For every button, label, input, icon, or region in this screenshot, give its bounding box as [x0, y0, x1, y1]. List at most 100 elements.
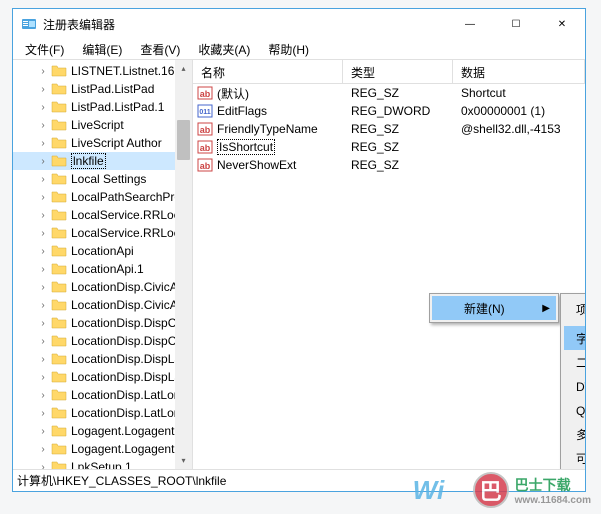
expand-icon[interactable]: › — [37, 138, 49, 149]
col-name[interactable]: 名称 — [193, 60, 343, 83]
tree-item[interactable]: › LocalService.RRLoca — [13, 206, 192, 224]
ctx-submenu-item[interactable]: 可扩充字符串值(E) — [564, 446, 585, 469]
expand-icon[interactable]: › — [37, 354, 49, 365]
folder-icon — [51, 387, 67, 403]
ctx-submenu-item[interactable]: 字符串值(S) — [564, 326, 585, 350]
minimize-button[interactable]: — — [447, 9, 493, 39]
expand-icon[interactable]: › — [37, 192, 49, 203]
folder-icon — [51, 351, 67, 367]
folder-icon — [51, 423, 67, 439]
tree-item[interactable]: ›LiveScript — [13, 116, 192, 134]
tree-item[interactable]: ›ListPad.ListPad.1 — [13, 98, 192, 116]
tree-item[interactable]: ›LocationDisp.DispLa — [13, 368, 192, 386]
ctx-submenu-item[interactable]: 多字符串值(M) — [564, 422, 585, 446]
folder-icon — [51, 153, 67, 169]
expand-icon[interactable]: › — [37, 210, 49, 221]
tree-item[interactable]: ›Logagent.Logagent — [13, 422, 192, 440]
menu-file[interactable]: 文件(F) — [17, 39, 72, 60]
expand-icon[interactable]: › — [37, 336, 49, 347]
tree-item[interactable]: ›LocationApi — [13, 242, 192, 260]
tree-item[interactable]: › LpkSetup.1 — [13, 458, 192, 469]
folder-icon — [51, 261, 67, 277]
expand-icon[interactable]: › — [37, 66, 49, 77]
expand-icon[interactable]: › — [37, 264, 49, 275]
value-name: NeverShowExt — [217, 158, 296, 172]
expand-icon[interactable]: › — [37, 390, 49, 401]
expand-icon[interactable]: › — [37, 102, 49, 113]
list-row[interactable]: 011EditFlagsREG_DWORD0x00000001 (1) — [193, 102, 585, 120]
tree-label: LpkSetup.1 — [71, 460, 132, 469]
folder-icon — [51, 189, 67, 205]
value-name: EditFlags — [217, 104, 267, 118]
folder-icon — [51, 315, 67, 331]
expand-icon[interactable]: › — [37, 156, 49, 167]
tree-item[interactable]: › LocationDisp.LatLon — [13, 386, 192, 404]
registry-tree: ›LISTNET.Listnet.16›ListPad.ListPad›List… — [13, 60, 192, 469]
close-button[interactable]: ✕ — [539, 9, 585, 39]
scroll-thumb[interactable] — [177, 120, 190, 160]
expand-icon[interactable]: › — [37, 84, 49, 95]
menu-view[interactable]: 查看(V) — [132, 39, 188, 60]
col-data[interactable]: 数据 — [453, 60, 585, 83]
ctx-new[interactable]: 新建(N) ▶ — [432, 296, 556, 320]
svg-text:ab: ab — [200, 89, 211, 99]
tree-item[interactable]: ›Logagent.Logagent — [13, 440, 192, 458]
scroll-down-icon[interactable]: ▾ — [175, 452, 192, 469]
expand-icon[interactable]: › — [37, 228, 49, 239]
folder-icon — [51, 81, 67, 97]
watermark-left: Wi — [413, 475, 445, 506]
tree-item[interactable]: ›lnkfile — [13, 152, 192, 170]
expand-icon[interactable]: › — [37, 408, 49, 419]
ctx-submenu-item[interactable]: 二进制值(B) — [564, 350, 585, 374]
titlebar[interactable]: 注册表编辑器 — ☐ ✕ — [13, 9, 585, 39]
tree-item[interactable]: ›LocationDisp.DispCi — [13, 314, 192, 332]
tree-item[interactable]: › LocalService.RRLoca — [13, 224, 192, 242]
tree-item[interactable]: ›LocationDisp.CivicAd — [13, 296, 192, 314]
expand-icon[interactable]: › — [37, 300, 49, 311]
expand-icon[interactable]: › — [37, 174, 49, 185]
expand-icon[interactable]: › — [37, 282, 49, 293]
status-path: 计算机\HKEY_CLASSES_ROOT\lnkfile — [17, 472, 226, 489]
window-controls: — ☐ ✕ — [447, 9, 585, 39]
list-row[interactable]: abFriendlyTypeNameREG_SZ@shell32.dll,-41… — [193, 120, 585, 138]
menu-favorites[interactable]: 收藏夹(A) — [190, 39, 258, 60]
svg-text:ab: ab — [200, 125, 211, 135]
expand-icon[interactable]: › — [37, 444, 49, 455]
folder-icon — [51, 99, 67, 115]
menu-help[interactable]: 帮助(H) — [260, 39, 317, 60]
tree-item[interactable]: ›LocationDisp.DispLa — [13, 350, 192, 368]
tree-item[interactable]: ›LocationDisp.CivicAd — [13, 278, 192, 296]
tree-item[interactable]: ›LocationApi.1 — [13, 260, 192, 278]
ctx-submenu-item[interactable]: QWORD (64 位)值(Q) — [564, 398, 585, 422]
tree-item[interactable]: ›Local Settings — [13, 170, 192, 188]
tree-pane[interactable]: ›LISTNET.Listnet.16›ListPad.ListPad›List… — [13, 60, 193, 469]
expand-icon[interactable]: › — [37, 120, 49, 131]
scroll-up-icon[interactable]: ▴ — [175, 60, 192, 77]
tree-label: LocationDisp.LatLon — [71, 388, 180, 402]
tree-item[interactable]: ›ListPad.ListPad — [13, 80, 192, 98]
tree-label: LocalService.RRLoca — [71, 226, 186, 240]
expand-icon[interactable]: › — [37, 462, 49, 470]
app-icon — [21, 16, 37, 32]
ctx-submenu-item[interactable]: DWORD (32 位)值(D) — [564, 374, 585, 398]
maximize-button[interactable]: ☐ — [493, 9, 539, 39]
ctx-submenu-item[interactable]: 项(K) — [564, 297, 585, 321]
expand-icon[interactable]: › — [37, 426, 49, 437]
expand-icon[interactable]: › — [37, 372, 49, 383]
tree-item[interactable]: ›LocationDisp.LatLon — [13, 404, 192, 422]
expand-icon[interactable]: › — [37, 318, 49, 329]
values-pane[interactable]: 名称 类型 数据 ab(默认)REG_SZShortcut011EditFlag… — [193, 60, 585, 469]
tree-item[interactable]: ›LISTNET.Listnet.16 — [13, 62, 192, 80]
tree-item[interactable]: ›LocationDisp.DispCi — [13, 332, 192, 350]
menu-edit[interactable]: 编辑(E) — [74, 39, 130, 60]
col-type[interactable]: 类型 — [343, 60, 453, 83]
tree-scrollbar[interactable]: ▴ ▾ — [175, 60, 192, 469]
list-row[interactable]: abNeverShowExtREG_SZ — [193, 156, 585, 174]
tree-item[interactable]: ›LocalPathSearchProt — [13, 188, 192, 206]
list-row[interactable]: ab(默认)REG_SZShortcut — [193, 84, 585, 102]
tree-label: LocalService.RRLoca — [71, 208, 186, 222]
value-type: REG_SZ — [343, 158, 453, 172]
tree-item[interactable]: ›LiveScript Author — [13, 134, 192, 152]
expand-icon[interactable]: › — [37, 246, 49, 257]
list-row[interactable]: abIsShortcutREG_SZ — [193, 138, 585, 156]
